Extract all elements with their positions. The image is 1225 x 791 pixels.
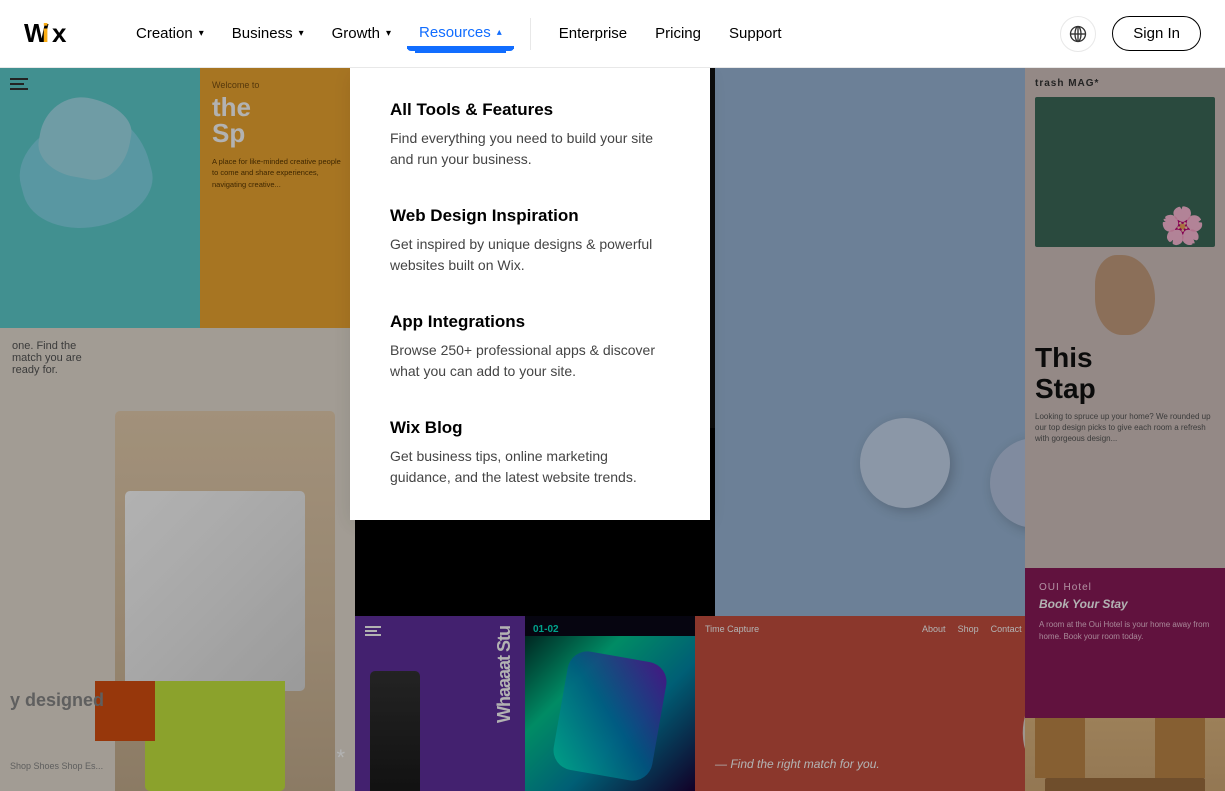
- language-button[interactable]: [1060, 16, 1096, 52]
- navbar: W i x Creation ▾ Business ▾ Growth ▾ Res…: [0, 0, 1225, 68]
- nav-support[interactable]: Support: [717, 17, 794, 50]
- chevron-down-icon: ▾: [299, 28, 304, 39]
- nav-growth[interactable]: Growth ▾: [320, 17, 403, 50]
- chevron-down-icon: ▾: [199, 28, 204, 39]
- svg-text:i: i: [42, 20, 49, 48]
- dropdown-item-tools[interactable]: All Tools & Features Find everything you…: [390, 100, 670, 170]
- nav-pricing[interactable]: Pricing: [643, 17, 713, 50]
- chevron-up-icon: ▴: [497, 27, 502, 38]
- dropdown-item-title-3: App Integrations: [390, 312, 670, 332]
- sign-in-button[interactable]: Sign In: [1112, 16, 1201, 51]
- chevron-down-icon: ▾: [386, 28, 391, 39]
- dropdown-item-inspiration[interactable]: Web Design Inspiration Get inspired by u…: [390, 206, 670, 276]
- nav-right: Sign In: [1060, 16, 1201, 52]
- dropdown-item-desc-3: Browse 250+ professional apps & discover…: [390, 340, 670, 382]
- dropdown-item-desc-4: Get business tips, online marketing guid…: [390, 446, 670, 488]
- dropdown-item-integrations[interactable]: App Integrations Browse 250+ professiona…: [390, 312, 670, 382]
- wix-logo[interactable]: W i x: [24, 20, 92, 48]
- dropdown-item-desc-2: Get inspired by unique designs & powerfu…: [390, 234, 670, 276]
- dropdown-item-title: All Tools & Features: [390, 100, 670, 120]
- dropdown-panel: All Tools & Features Find everything you…: [350, 68, 710, 520]
- nav-enterprise[interactable]: Enterprise: [547, 17, 639, 50]
- nav-resources[interactable]: Resources ▴: [407, 16, 514, 51]
- dropdown-item-desc: Find everything you need to build your s…: [390, 128, 670, 170]
- svg-text:x: x: [52, 20, 67, 48]
- dropdown-item-title-4: Wix Blog: [390, 418, 670, 438]
- nav-links: Creation ▾ Business ▾ Growth ▾ Resources…: [124, 16, 1060, 51]
- dropdown-item-title-2: Web Design Inspiration: [390, 206, 670, 226]
- dropdown-item-blog[interactable]: Wix Blog Get business tips, online marke…: [390, 418, 670, 488]
- nav-creation[interactable]: Creation ▾: [124, 17, 216, 50]
- nav-business[interactable]: Business ▾: [220, 17, 316, 50]
- nav-divider: [530, 18, 531, 50]
